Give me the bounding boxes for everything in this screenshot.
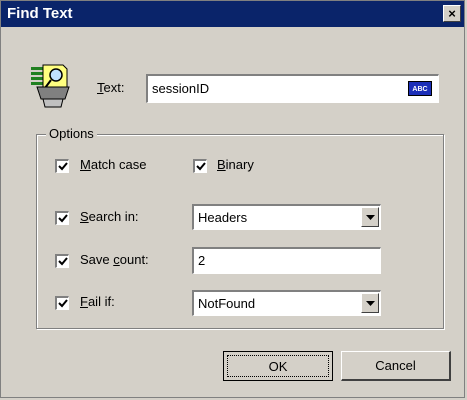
text-label: Text: bbox=[97, 80, 125, 95]
search-text-input[interactable]: sessionID ABC bbox=[146, 74, 439, 103]
find-text-icon bbox=[31, 64, 70, 108]
fail-if-value: NotFound bbox=[198, 296, 256, 311]
checkmark-icon bbox=[58, 257, 68, 266]
fail-if-dropdown[interactable]: NotFound bbox=[192, 290, 381, 316]
checkmark-icon bbox=[58, 299, 68, 308]
close-button[interactable]: × bbox=[443, 5, 461, 22]
search-in-checkbox[interactable] bbox=[55, 211, 69, 225]
search-text-value: sessionID bbox=[152, 81, 210, 96]
checkmark-icon bbox=[196, 162, 206, 171]
save-count-label: Save count: bbox=[80, 252, 149, 267]
save-count-checkbox[interactable] bbox=[55, 254, 69, 268]
match-case-label: Match case bbox=[80, 157, 147, 172]
find-text-dialog: Find Text × Text: sessionID ABC Options … bbox=[0, 0, 465, 398]
save-count-value: 2 bbox=[198, 253, 206, 268]
dropdown-arrow-button[interactable] bbox=[361, 207, 379, 227]
abc-icon[interactable]: ABC bbox=[408, 81, 432, 96]
ok-button[interactable]: OK bbox=[223, 351, 333, 381]
search-in-label: Search in: bbox=[80, 209, 139, 224]
binary-checkbox[interactable] bbox=[193, 159, 207, 173]
fail-if-checkbox[interactable] bbox=[55, 296, 69, 310]
search-in-value: Headers bbox=[198, 210, 248, 225]
dropdown-arrow-button[interactable] bbox=[361, 293, 379, 313]
fail-if-label: Fail if: bbox=[80, 294, 115, 309]
close-icon: × bbox=[448, 6, 456, 21]
title-bar: Find Text × bbox=[1, 1, 464, 27]
match-case-checkbox[interactable] bbox=[55, 159, 69, 173]
options-group-title: Options bbox=[46, 126, 97, 141]
checkmark-icon bbox=[58, 214, 68, 223]
cancel-button-label: Cancel bbox=[375, 358, 416, 373]
cancel-button[interactable]: Cancel bbox=[341, 351, 451, 381]
chevron-down-icon bbox=[366, 215, 375, 220]
search-in-dropdown[interactable]: Headers bbox=[192, 204, 381, 230]
chevron-down-icon bbox=[366, 301, 375, 306]
ok-button-label: OK bbox=[227, 355, 329, 377]
dialog-title: Find Text bbox=[7, 5, 73, 22]
binary-label: Binary bbox=[217, 157, 254, 172]
save-count-input[interactable]: 2 bbox=[192, 247, 381, 274]
checkmark-icon bbox=[58, 162, 68, 171]
